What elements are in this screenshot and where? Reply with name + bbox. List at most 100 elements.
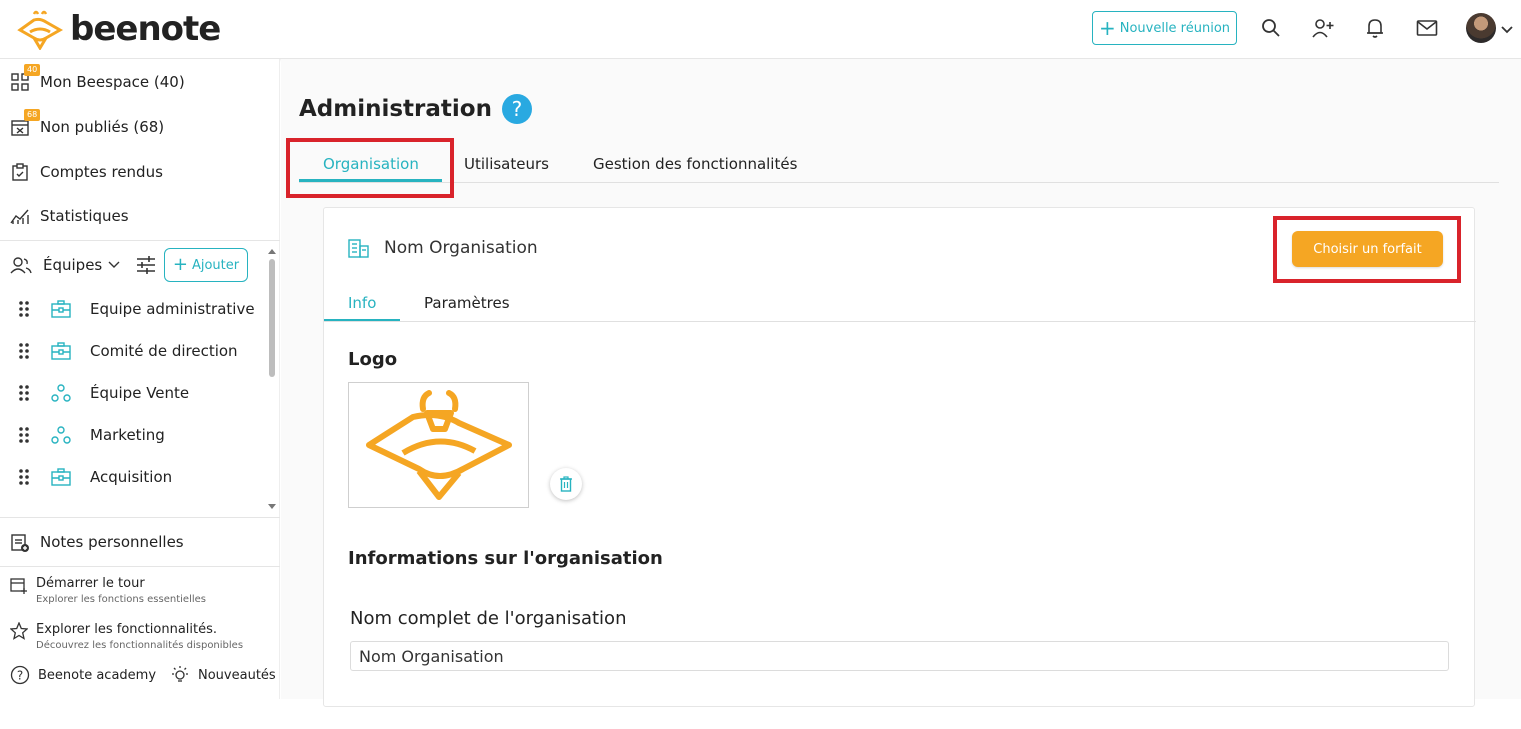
explore-features-subtitle: Découvrez les fonctionnalités disponible… <box>36 640 244 651</box>
briefcase-icon <box>50 342 72 360</box>
bee-logo-icon <box>17 10 64 50</box>
full-name-input[interactable] <box>350 641 1449 671</box>
sidebar-item-unpublished[interactable]: 68 Non publiés (68) <box>10 109 165 142</box>
team-item[interactable]: Equipe administrative <box>14 294 264 324</box>
team-name: Equipe administrative <box>90 300 255 318</box>
active-subtab-indicator <box>324 319 400 321</box>
drag-handle-icon[interactable] <box>14 301 34 317</box>
academy-link[interactable]: ? Beenote academy <box>10 665 156 685</box>
chart-line-icon <box>10 206 30 226</box>
mail-icon[interactable] <box>1415 16 1439 40</box>
divider <box>0 566 280 567</box>
news-label: Nouveautés <box>198 667 276 683</box>
svg-text:?: ? <box>17 669 23 683</box>
bell-icon[interactable] <box>1363 16 1387 40</box>
divider <box>0 240 280 241</box>
drag-handle-icon[interactable] <box>14 343 34 359</box>
academy-label: Beenote academy <box>38 667 157 683</box>
explore-features-item[interactable]: Explorer les fonctionnalités. Découvrez … <box>10 622 243 651</box>
notes-icon <box>10 532 30 552</box>
team-item[interactable]: Comité de direction <box>14 336 264 366</box>
help-icon[interactable]: ? <box>501 94 532 124</box>
brand-logo[interactable]: beenote <box>16 6 221 52</box>
search-icon[interactable] <box>1259 16 1283 40</box>
lightbulb-icon <box>170 665 190 685</box>
full-name-label: Nom complet de l'organisation <box>350 608 627 629</box>
sidebar-item-label: Notes personnelles <box>40 533 184 551</box>
team-item[interactable]: Marketing <box>14 420 264 450</box>
card-header: Nom Organisation <box>348 238 538 258</box>
top-bar: beenote + Nouvelle réunion <box>0 0 1521 59</box>
plus-icon: + <box>172 254 188 275</box>
plus-icon: + <box>1098 16 1116 40</box>
team-item[interactable]: Acquisition <box>14 462 264 492</box>
trash-icon <box>560 476 572 492</box>
drag-handle-icon[interactable] <box>14 469 34 485</box>
team-name: Comité de direction <box>90 342 238 360</box>
group-icon <box>50 384 72 402</box>
add-team-button[interactable]: + Ajouter <box>164 248 248 282</box>
sidebar-item-minutes[interactable]: Comptes rendus <box>10 157 163 187</box>
count-badge: 68 <box>24 109 41 121</box>
subtab-settings[interactable]: Paramètres <box>424 294 510 312</box>
clipboard-check-icon <box>10 162 30 182</box>
organisation-name: Nom Organisation <box>384 238 538 258</box>
scroll-thumb[interactable] <box>269 259 275 377</box>
filter-sliders-icon[interactable] <box>136 256 156 274</box>
sidebar-item-statistics[interactable]: Statistiques <box>10 201 129 231</box>
team-name: Marketing <box>90 426 165 444</box>
bee-logo-icon <box>365 390 512 500</box>
org-info-heading: Informations sur l'organisation <box>348 548 663 569</box>
new-meeting-button[interactable]: + Nouvelle réunion <box>1092 11 1237 45</box>
star-icon <box>10 622 28 640</box>
briefcase-icon <box>50 468 72 486</box>
count-badge: 40 <box>24 64 41 76</box>
team-name: Acquisition <box>90 468 173 486</box>
sidebar-item-beespace[interactable]: 40 Mon Beespace (40) <box>10 64 185 97</box>
briefcase-icon <box>50 300 72 318</box>
highlight-box-tab <box>286 138 454 198</box>
subtab-info[interactable]: Info <box>348 294 376 312</box>
start-tour-title: Démarrer le tour <box>36 576 145 591</box>
chevron-down-icon[interactable] <box>1500 20 1514 39</box>
main-content: Administration ? Organisation Utilisateu… <box>281 59 1521 707</box>
drag-handle-icon[interactable] <box>14 385 34 401</box>
sidebar: 40 Mon Beespace (40) 68 Non publiés (68)… <box>0 59 280 699</box>
explore-features-title: Explorer les fonctionnalités. <box>36 622 218 637</box>
page-title: Administration ? <box>299 94 532 124</box>
team-item[interactable]: Équipe Vente <box>14 378 264 408</box>
news-link[interactable]: Nouveautés <box>170 665 276 685</box>
brand-name: beenote <box>70 9 221 49</box>
users-icon <box>10 256 34 274</box>
avatar[interactable] <box>1466 13 1496 43</box>
chevron-down-icon[interactable] <box>108 261 120 269</box>
admin-tabs: Organisation Utilisateurs Gestion des fo… <box>299 147 1499 183</box>
add-user-icon[interactable] <box>1311 16 1335 40</box>
tab-feature-management[interactable]: Gestion des fonctionnalités <box>593 155 797 173</box>
teams-scrollbar[interactable] <box>266 247 278 513</box>
start-tour-subtitle: Explorer les fonctions essentielles <box>36 594 206 605</box>
drag-handle-icon[interactable] <box>14 427 34 443</box>
sidebar-item-label: Non publiés (68) <box>40 118 165 136</box>
sidebar-item-label: Comptes rendus <box>40 163 163 181</box>
tab-users[interactable]: Utilisateurs <box>464 155 549 173</box>
team-name: Équipe Vente <box>90 384 190 402</box>
page-title-text: Administration <box>299 96 492 122</box>
sidebar-item-label: Statistiques <box>40 207 129 225</box>
app: beenote + Nouvelle réunion 40 Mon Beespa… <box>0 0 1521 729</box>
delete-logo-button[interactable] <box>550 468 582 500</box>
teams-label[interactable]: Équipes <box>43 256 102 274</box>
sidebar-item-personal-notes[interactable]: Notes personnelles <box>10 527 184 557</box>
group-icon <box>50 426 72 444</box>
building-icon <box>348 238 370 258</box>
grid-icon: 40 <box>10 64 41 92</box>
scroll-up-icon[interactable] <box>266 247 278 255</box>
highlight-box-plan <box>1273 216 1461 283</box>
scroll-down-icon[interactable] <box>266 503 278 511</box>
sidebar-item-label: Mon Beespace (40) <box>40 73 185 91</box>
divider <box>0 517 280 518</box>
organisation-logo[interactable] <box>348 382 529 508</box>
logo-label: Logo <box>348 349 398 370</box>
start-tour-item[interactable]: Démarrer le tour Explorer les fonctions … <box>10 576 206 605</box>
add-team-label: Ajouter <box>191 257 240 273</box>
